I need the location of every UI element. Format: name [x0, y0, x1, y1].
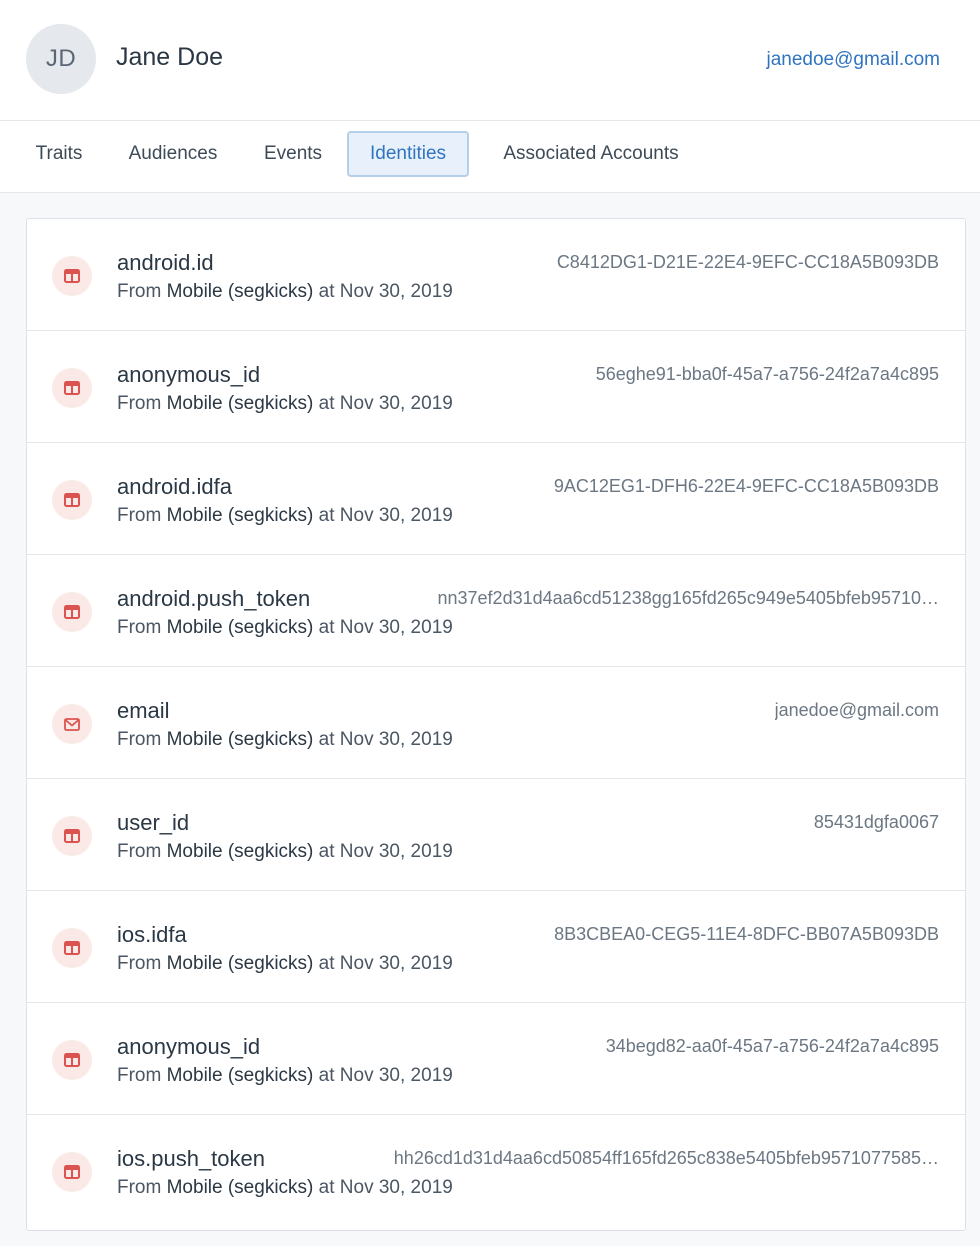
source-connector: at [318, 953, 335, 974]
identity-source: From Mobile (segkicks) at Nov 30, 2019 [117, 617, 453, 639]
source-name: Mobile (segkicks) [166, 841, 314, 862]
source-connector: at [318, 1065, 335, 1086]
source-prefix: From [117, 617, 162, 638]
source-date: Nov 30, 2019 [339, 1065, 453, 1086]
source-date: Nov 30, 2019 [339, 1177, 453, 1198]
table-icon [52, 592, 92, 632]
identity-value: 9AC12EG1-DFH6-22E4-9EFC-CC18A5B093DB [553, 476, 939, 496]
source-prefix: From [117, 505, 162, 526]
source-connector: at [318, 281, 335, 302]
identity-key: ios.idfa [117, 922, 187, 947]
source-prefix: From [117, 281, 162, 302]
identity-key: user_id [117, 810, 190, 835]
source-name: Mobile (segkicks) [166, 953, 314, 974]
identity-row: ios.idfa From Mobile (segkicks) at Nov 30… [27, 891, 965, 1003]
identity-value: janedoe@gmail.com [774, 700, 939, 720]
identity-source: From Mobile (segkicks) at Nov 30, 2019 [117, 393, 453, 415]
identities-list: android.id From Mobile (segkicks) at Nov … [26, 218, 966, 1231]
source-connector: at [318, 729, 335, 750]
source-date: Nov 30, 2019 [339, 617, 453, 638]
source-prefix: From [117, 1177, 162, 1198]
table-icon [52, 368, 92, 408]
table-icon [52, 1152, 92, 1192]
mail-icon [52, 704, 92, 744]
source-date: Nov 30, 2019 [339, 505, 453, 526]
identity-value: 8B3CBEA0-CEG5-11E4-8DFC-BB07A5B093DB [554, 924, 939, 944]
avatar: JD [26, 24, 96, 94]
source-date: Nov 30, 2019 [339, 729, 453, 750]
source-connector: at [318, 505, 335, 526]
source-prefix: From [117, 953, 162, 974]
identity-key: android.idfa [117, 474, 232, 499]
source-prefix: From [117, 841, 162, 862]
identity-row: anonymous_id From Mobile (segkicks) at No… [27, 331, 965, 443]
identity-value: C8412DG1-D21E-22E4-9EFC-CC18A5B093DB [556, 252, 939, 272]
tab-events[interactable]: Events [250, 131, 336, 177]
identity-source: From Mobile (segkicks) at Nov 30, 2019 [117, 729, 453, 751]
identity-row: ios.push_token From Mobile (segkicks) at … [27, 1115, 965, 1227]
identity-key: email [117, 698, 170, 723]
identity-value: nn37ef2d31d4aa6cd51238gg165fd265c949e540… [437, 588, 940, 608]
tab-bar: Traits Audiences Events Identities Assoc… [0, 121, 980, 193]
source-name: Mobile (segkicks) [166, 729, 314, 750]
tab-associated-accounts[interactable]: Associated Accounts [480, 131, 702, 177]
source-name: Mobile (segkicks) [166, 505, 314, 526]
source-date: Nov 30, 2019 [339, 841, 453, 862]
identity-source: From Mobile (segkicks) at Nov 30, 2019 [117, 841, 453, 863]
source-prefix: From [117, 1065, 162, 1086]
user-email-link[interactable]: janedoe@gmail.com [767, 49, 941, 71]
identity-row: android.push_token From Mobile (segkicks)… [27, 555, 965, 667]
table-icon [52, 480, 92, 520]
source-connector: at [318, 617, 335, 638]
source-name: Mobile (segkicks) [166, 281, 314, 302]
source-name: Mobile (segkicks) [166, 1177, 314, 1198]
identity-source: From Mobile (segkicks) at Nov 30, 2019 [117, 1177, 453, 1199]
source-date: Nov 30, 2019 [339, 281, 453, 302]
source-connector: at [318, 393, 335, 414]
identity-source: From Mobile (segkicks) at Nov 30, 2019 [117, 953, 453, 975]
source-date: Nov 30, 2019 [339, 393, 453, 414]
user-name: Jane Doe [116, 43, 224, 71]
identity-source: From Mobile (segkicks) at Nov 30, 2019 [117, 1065, 453, 1087]
identity-row: android.idfa From Mobile (segkicks) at No… [27, 443, 965, 555]
table-icon [52, 928, 92, 968]
identity-source: From Mobile (segkicks) at Nov 30, 2019 [117, 505, 453, 527]
identity-key: android.id [117, 250, 214, 275]
source-name: Mobile (segkicks) [166, 393, 314, 414]
source-connector: at [318, 1177, 335, 1198]
source-name: Mobile (segkicks) [166, 1065, 314, 1086]
source-date: Nov 30, 2019 [339, 953, 453, 974]
tab-identities[interactable]: Identities [347, 131, 469, 177]
identity-key: android.push_token [117, 586, 311, 611]
identity-value: 34begd82-aa0f-45a7-a756-24f2a7a4c895 [605, 1036, 939, 1056]
identity-row: email From Mobile (segkicks) at Nov 30, 2… [27, 667, 965, 779]
table-icon [52, 1040, 92, 1080]
identity-source: From Mobile (segkicks) at Nov 30, 2019 [117, 281, 453, 303]
identity-value: 56eghe91-bba0f-45a7-a756-24f2a7a4c895 [595, 364, 939, 384]
identity-row: android.id From Mobile (segkicks) at Nov … [27, 219, 965, 331]
profile-header: JD Jane Doe janedoe@gmail.com [0, 0, 980, 121]
table-icon [52, 816, 92, 856]
identity-key: ios.push_token [117, 1146, 265, 1171]
identity-row: user_id From Mobile (segkicks) at Nov 30,… [27, 779, 965, 891]
tab-traits[interactable]: Traits [18, 131, 100, 177]
source-name: Mobile (segkicks) [166, 617, 314, 638]
source-prefix: From [117, 393, 162, 414]
identity-row: anonymous_id From Mobile (segkicks) at No… [27, 1003, 965, 1115]
identity-key: anonymous_id [117, 362, 261, 387]
identity-value: 85431dgfa0067 [813, 812, 939, 832]
table-icon [52, 256, 92, 296]
identity-value: hh26cd1d31d4aa6cd50854ff165fd265c838e540… [393, 1148, 939, 1168]
identity-key: anonymous_id [117, 1034, 261, 1059]
tab-audiences[interactable]: Audiences [112, 131, 234, 177]
source-prefix: From [117, 729, 162, 750]
source-connector: at [318, 841, 335, 862]
